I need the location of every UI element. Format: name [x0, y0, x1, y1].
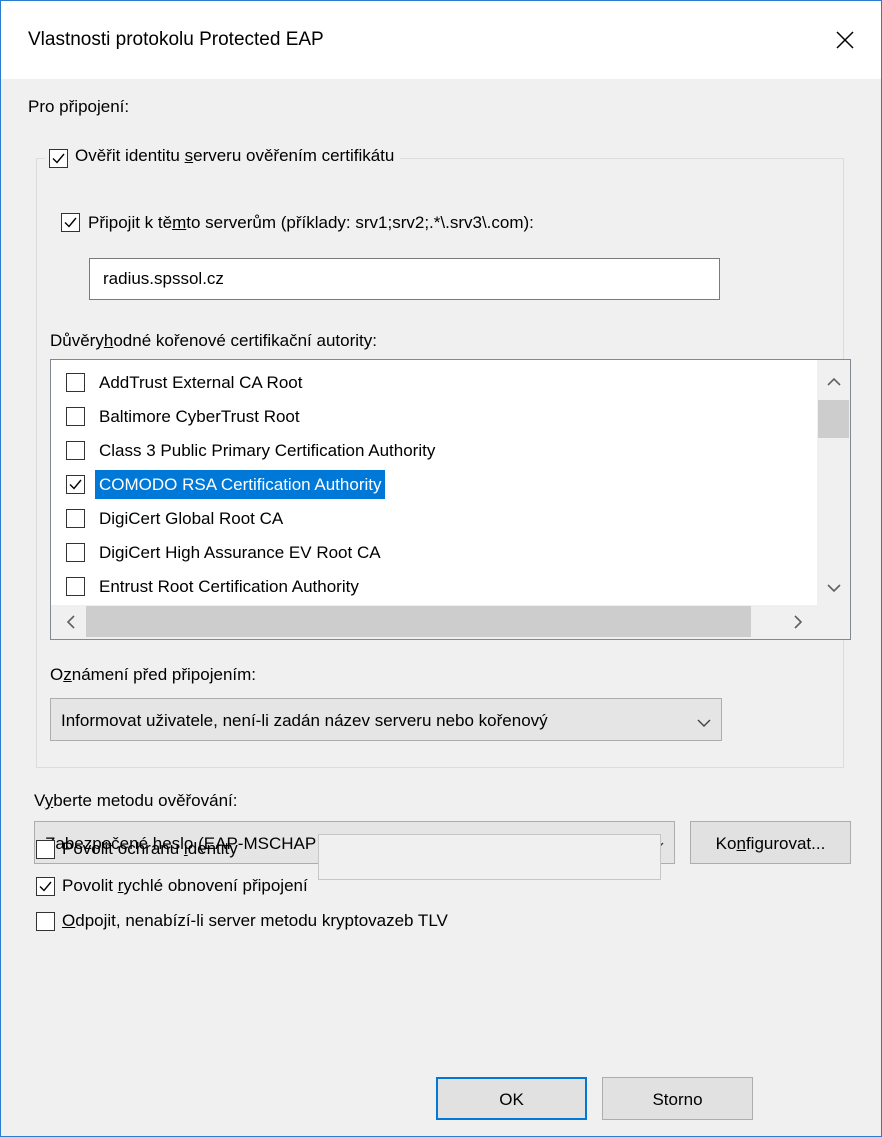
- disconnect-tlv-label[interactable]: Odpojit, nenabízí-li server metodu krypt…: [62, 911, 448, 931]
- ca-list-item[interactable]: Class 3 Public Primary Certification Aut…: [51, 433, 816, 467]
- checkmark-icon: [39, 881, 52, 892]
- checkmark-icon: [69, 479, 82, 490]
- ca-item-checkbox[interactable]: [66, 407, 85, 426]
- configure-button[interactable]: Konfigurovat...: [690, 821, 851, 864]
- vertical-scrollbar[interactable]: [817, 360, 850, 605]
- checkmark-icon: [52, 153, 65, 164]
- trusted-ca-list[interactable]: AddTrust External CA Root Baltimore Cyber…: [50, 359, 851, 640]
- disconnect-tlv-checkbox[interactable]: [36, 912, 55, 931]
- vertical-scroll-thumb[interactable]: [818, 400, 849, 438]
- close-icon: [836, 31, 854, 49]
- notification-value: Informovat uživatele, není-li zadán náze…: [61, 711, 548, 730]
- scroll-up-icon[interactable]: [817, 364, 850, 398]
- notification-dropdown[interactable]: Informovat uživatele, není-li zadán náze…: [50, 698, 722, 741]
- verify-server-checkbox[interactable]: [49, 149, 68, 168]
- scroll-down-icon[interactable]: [817, 571, 850, 605]
- ok-button[interactable]: OK: [436, 1077, 587, 1120]
- scroll-right-icon[interactable]: [781, 605, 815, 639]
- ca-item-label: AddTrust External CA Root: [99, 373, 303, 392]
- scroll-left-icon[interactable]: [53, 605, 87, 639]
- ca-item-checkbox[interactable]: [66, 441, 85, 460]
- close-button[interactable]: [809, 1, 881, 79]
- ca-item-checkbox[interactable]: [66, 509, 85, 528]
- connect-servers-label[interactable]: Připojit k těmto serverům (příklady: srv…: [88, 213, 534, 233]
- verify-server-label: Ověřit identitu serveru ověřením certifi…: [75, 146, 395, 165]
- ca-item-checkbox[interactable]: [66, 543, 85, 562]
- ca-item-checkbox[interactable]: [66, 577, 85, 596]
- cancel-button[interactable]: Storno: [602, 1077, 753, 1120]
- ca-item-label: DigiCert High Assurance EV Root CA: [99, 543, 381, 562]
- ca-list-item[interactable]: COMODO RSA Certification Authority: [51, 467, 816, 501]
- ca-item-checkbox[interactable]: [66, 475, 85, 494]
- ca-item-label: COMODO RSA Certification Authority: [95, 470, 386, 499]
- horizontal-scroll-thumb[interactable]: [86, 606, 751, 637]
- anonymous-identity-input: [318, 834, 661, 880]
- ca-item-checkbox[interactable]: [66, 373, 85, 392]
- fast-reconnect-label[interactable]: Povolit rychlé obnovení připojení: [62, 876, 308, 896]
- connect-servers-checkbox[interactable]: [61, 213, 80, 232]
- window-title: Vlastnosti protokolu Protected EAP: [28, 29, 324, 50]
- verify-server-option[interactable]: Ověřit identitu serveru ověřením certifi…: [45, 144, 401, 172]
- identity-privacy-checkbox[interactable]: [36, 840, 55, 859]
- dialog-window: Vlastnosti protokolu Protected EAP Pro p…: [0, 0, 882, 1137]
- ca-item-label: DigiCert Global Root CA: [99, 509, 284, 528]
- ca-item-label: Entrust Root Certification Authority: [99, 577, 359, 596]
- horizontal-scrollbar[interactable]: [51, 605, 850, 639]
- identity-privacy-label[interactable]: Povolit ochranu identity: [62, 839, 238, 859]
- fast-reconnect-checkbox[interactable]: [36, 877, 55, 896]
- ca-list-item[interactable]: AddTrust External CA Root: [51, 365, 816, 399]
- ca-list-item[interactable]: Baltimore CyberTrust Root: [51, 399, 816, 433]
- ca-list-item[interactable]: Entrust Root Certification Authority: [51, 569, 816, 603]
- server-names-input[interactable]: radius.spssol.cz: [89, 258, 720, 300]
- ca-item-label: Class 3 Public Primary Certification Aut…: [99, 441, 436, 460]
- method-label: Vyberte metodu ověřování:: [34, 791, 238, 810]
- ca-list-item[interactable]: DigiCert Global Root CA: [51, 501, 816, 535]
- connection-label: Pro připojení:: [28, 97, 130, 116]
- notification-label: Oznámení před připojením:: [50, 665, 257, 684]
- checkmark-icon: [64, 217, 77, 228]
- ca-list-item[interactable]: DigiCert High Assurance EV Root CA: [51, 535, 816, 569]
- title-bar: Vlastnosti protokolu Protected EAP: [1, 1, 881, 79]
- ca-item-label: Baltimore CyberTrust Root: [99, 407, 300, 426]
- trusted-ca-label: Důvěryhodné kořenové certifikační autori…: [50, 331, 377, 350]
- chevron-down-icon: [691, 713, 711, 733]
